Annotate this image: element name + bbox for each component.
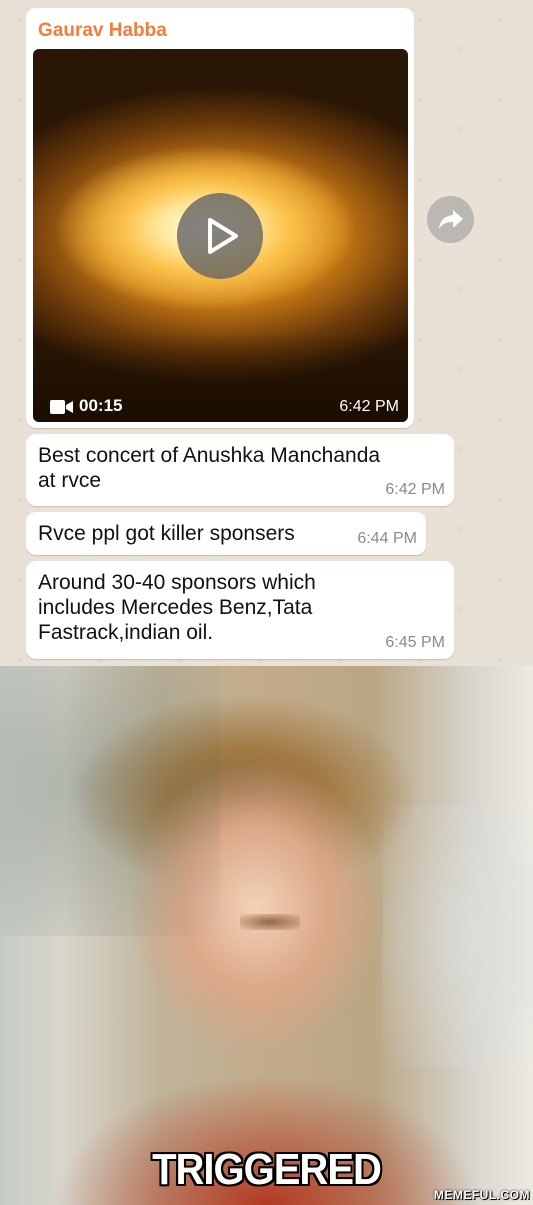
sender-name[interactable]: Gaurav Habba [38,20,167,42]
message-timestamp: 6:44 PM [357,530,417,547]
message-text: Around 30-40 sponsors which includes Mer… [38,570,316,645]
forward-icon [439,210,463,229]
message-line: Best concert of Anushka Manchanda [38,444,381,467]
background-blur [0,666,220,936]
message-timestamp: 6:45 PM [385,634,445,651]
triggered-meme-image: TRIGGERED MEMEFUL.COM [0,666,533,1205]
play-icon [208,218,238,254]
message-line: includes Mercedes Benz,Tata [38,596,313,619]
video-message-bubble[interactable]: Gaurav Habba 00:15 6:42 PM [26,8,414,428]
message-text: Rvce ppl got killer sponsers [38,521,295,546]
video-camera-icon [50,400,73,414]
video-thumbnail[interactable]: 00:15 6:42 PM [33,49,408,422]
message-line: Rvce ppl got killer sponsers [38,522,295,545]
chat-window: Gaurav Habba 00:15 6:42 PM Best concert … [0,0,533,666]
message-bubble[interactable]: Rvce ppl got killer sponsers 6:44 PM [26,512,426,555]
message-line: at rvce [38,469,102,492]
video-timestamp: 6:42 PM [339,398,399,415]
watermark: MEMEFUL.COM [433,1188,530,1202]
video-duration: 00:15 [79,396,123,415]
message-line: Fastrack,indian oil. [38,621,214,644]
play-button[interactable] [177,193,263,279]
background-blur [383,806,533,1066]
forward-button[interactable] [427,196,474,243]
face-eyes [240,914,300,930]
message-bubble[interactable]: Best concert of Anushka Manchanda at rvc… [26,434,454,506]
message-line: Around 30-40 sponsors which [38,571,316,594]
message-bubble[interactable]: Around 30-40 sponsors which includes Mer… [26,561,454,659]
message-text: Best concert of Anushka Manchanda at rvc… [38,443,380,493]
message-timestamp: 6:42 PM [385,481,445,498]
